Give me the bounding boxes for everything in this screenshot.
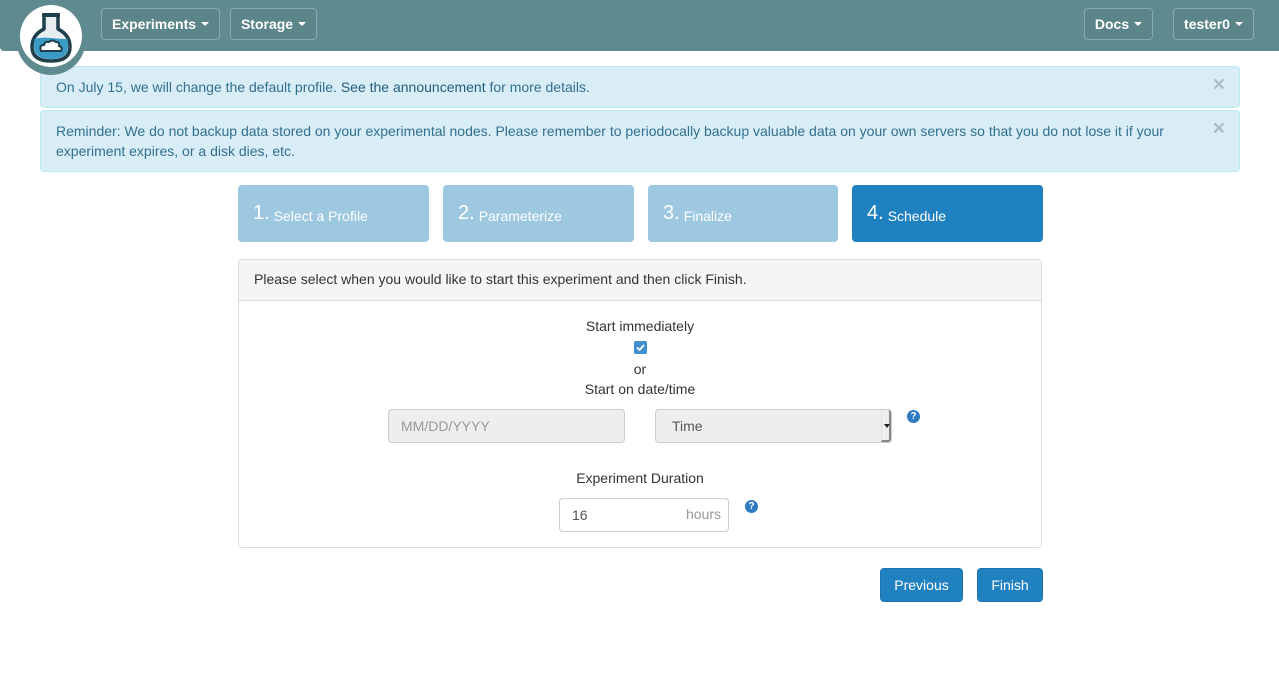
caret-down-icon bbox=[1134, 22, 1143, 26]
step-label: Select a Profile bbox=[273, 207, 368, 224]
question-circle-icon[interactable]: ? bbox=[745, 500, 758, 513]
step-label: Finalize bbox=[683, 207, 732, 224]
alert-text: On July 15, we will change the default p… bbox=[56, 79, 341, 95]
step-parameterize[interactable]: 2. Parameterize bbox=[443, 185, 634, 242]
checkmark-icon bbox=[636, 344, 645, 352]
start-immediately-checkbox[interactable] bbox=[634, 341, 647, 354]
home-logo[interactable] bbox=[16, 3, 86, 75]
finish-button[interactable]: Finish bbox=[977, 568, 1043, 602]
flask-cloud-icon bbox=[30, 13, 72, 63]
start-immediately-label: Start immediately bbox=[585, 318, 695, 334]
date-placeholder: MM/DD/YYYY bbox=[401, 418, 490, 434]
step-select-profile[interactable]: 1. Select a Profile bbox=[238, 185, 429, 242]
previous-button[interactable]: Previous bbox=[880, 568, 963, 602]
docs-menu-label: Docs bbox=[1094, 16, 1130, 32]
announcement-link[interactable]: See the announcement bbox=[341, 79, 486, 95]
question-circle-icon[interactable]: ? bbox=[907, 410, 920, 423]
start-time-select[interactable]: Time bbox=[655, 409, 892, 443]
step-label: Parameterize bbox=[478, 207, 562, 224]
alert-text: Reminder: We do not backup data stored o… bbox=[56, 123, 1164, 159]
duration-label: Experiment Duration bbox=[576, 470, 704, 486]
alert-text-after: for more details. bbox=[485, 79, 590, 95]
start-on-datetime-label: Start on date/time bbox=[584, 381, 696, 397]
duration-input[interactable]: 16 hours bbox=[559, 498, 729, 532]
step-number: 3. bbox=[663, 202, 680, 224]
time-selected-value: Time bbox=[672, 418, 703, 434]
docs-menu[interactable]: Docs bbox=[1084, 8, 1153, 40]
step-number: 4. bbox=[867, 202, 884, 224]
step-schedule[interactable]: 4. Schedule bbox=[852, 185, 1043, 242]
duration-unit: hours bbox=[685, 506, 721, 522]
experiments-menu-label: Experiments bbox=[111, 16, 197, 32]
panel-heading: Please select when you would like to sta… bbox=[239, 260, 1041, 301]
backup-reminder-alert: Reminder: We do not backup data stored o… bbox=[40, 110, 1240, 172]
step-number: 2. bbox=[458, 202, 475, 224]
close-icon[interactable]: × bbox=[1213, 118, 1225, 139]
caret-down-icon bbox=[298, 22, 307, 26]
step-number: 1. bbox=[253, 202, 270, 224]
or-label: or bbox=[633, 361, 647, 377]
caret-down-icon bbox=[201, 22, 210, 26]
user-menu-label: tester0 bbox=[1184, 16, 1230, 32]
user-menu[interactable]: tester0 bbox=[1173, 8, 1254, 40]
step-finalize[interactable]: 3. Finalize bbox=[648, 185, 838, 242]
close-icon[interactable]: × bbox=[1213, 74, 1225, 95]
announcement-alert: On July 15, we will change the default p… bbox=[40, 66, 1240, 108]
storage-menu[interactable]: Storage bbox=[230, 8, 317, 40]
step-label: Schedule bbox=[887, 207, 947, 224]
experiments-menu[interactable]: Experiments bbox=[101, 8, 220, 40]
dropdown-arrow-icon bbox=[881, 410, 891, 442]
duration-value: 16 bbox=[572, 507, 588, 523]
start-date-input[interactable]: MM/DD/YYYY bbox=[388, 409, 625, 443]
schedule-panel: Please select when you would like to sta… bbox=[238, 259, 1042, 548]
caret-down-icon bbox=[1234, 22, 1243, 26]
storage-menu-label: Storage bbox=[240, 16, 294, 32]
navbar: Experiments Storage Docs tester0 bbox=[0, 0, 1279, 51]
